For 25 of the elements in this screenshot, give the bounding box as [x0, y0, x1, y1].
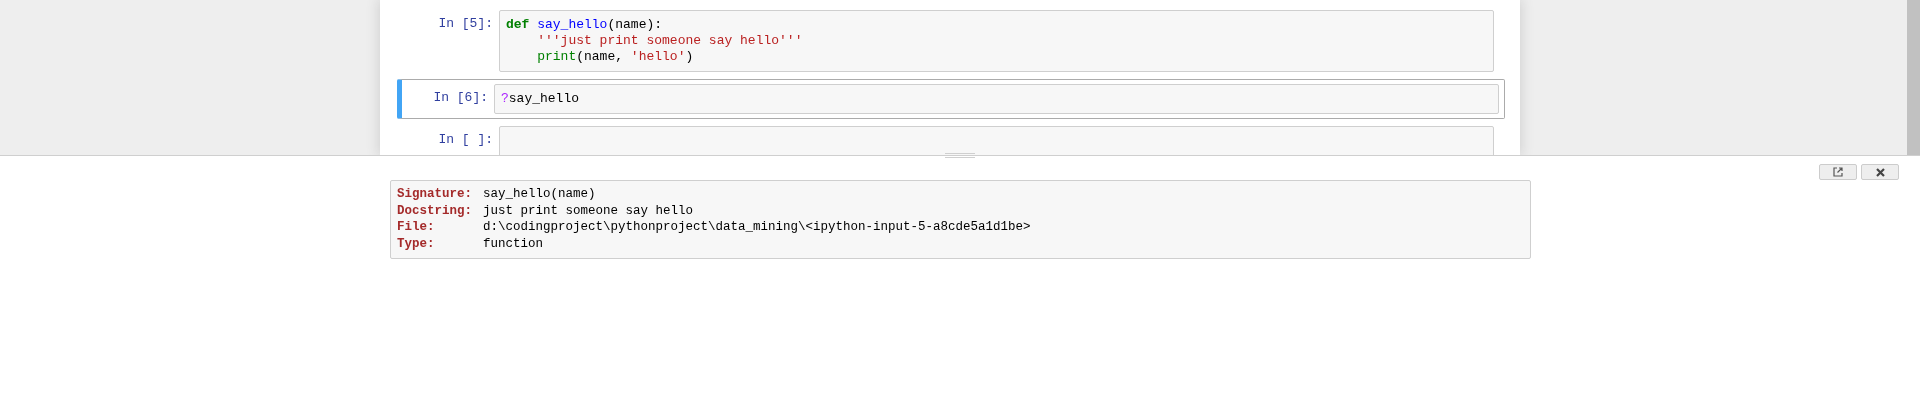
field-value: function [483, 235, 543, 252]
cell-prompt: In [6]: [432, 89, 489, 105]
notebook-cell[interactable]: In [5]: def say_hello(name): '''just print someone say hello''' print(name, 'hello') [397, 9, 1505, 73]
close-button[interactable] [1861, 164, 1899, 180]
code-line: '''just print someone say hello''' [536, 33, 804, 49]
field-label: Type: [397, 235, 436, 252]
field-label: File: [397, 219, 436, 236]
code-line: def say_hello(name): [506, 17, 664, 33]
field-label: Signature: [397, 186, 473, 203]
cell-prompt: In [5]: [437, 15, 494, 31]
field-value: say_hello(name) [483, 186, 596, 203]
code-input[interactable]: def say_hello(name): '''just print someone say hello''' print(name, 'hello') [499, 10, 1494, 72]
scrollbar[interactable] [1907, 0, 1920, 155]
field-label: Docstring: [397, 202, 473, 219]
field-value: d:\codingproject\pythonproject\data_mining\<ipython-input-5-a8cde5a1d1be> [483, 219, 1031, 236]
code-line: ?say_hello [501, 91, 581, 107]
cell-prompt: In [ ]: [437, 131, 494, 147]
code-line: print(name, 'hello') [536, 49, 695, 65]
notebook-cell[interactable]: In [6]: ?say_hello [397, 79, 1505, 119]
resize-handle[interactable] [945, 153, 975, 158]
close-icon [1875, 167, 1885, 177]
external-link-icon [1833, 167, 1843, 177]
notebook-cell[interactable]: In [ ]: [397, 125, 1505, 155]
field-value: just print someone say hello [483, 202, 694, 219]
code-input[interactable]: ?say_hello [494, 84, 1499, 114]
